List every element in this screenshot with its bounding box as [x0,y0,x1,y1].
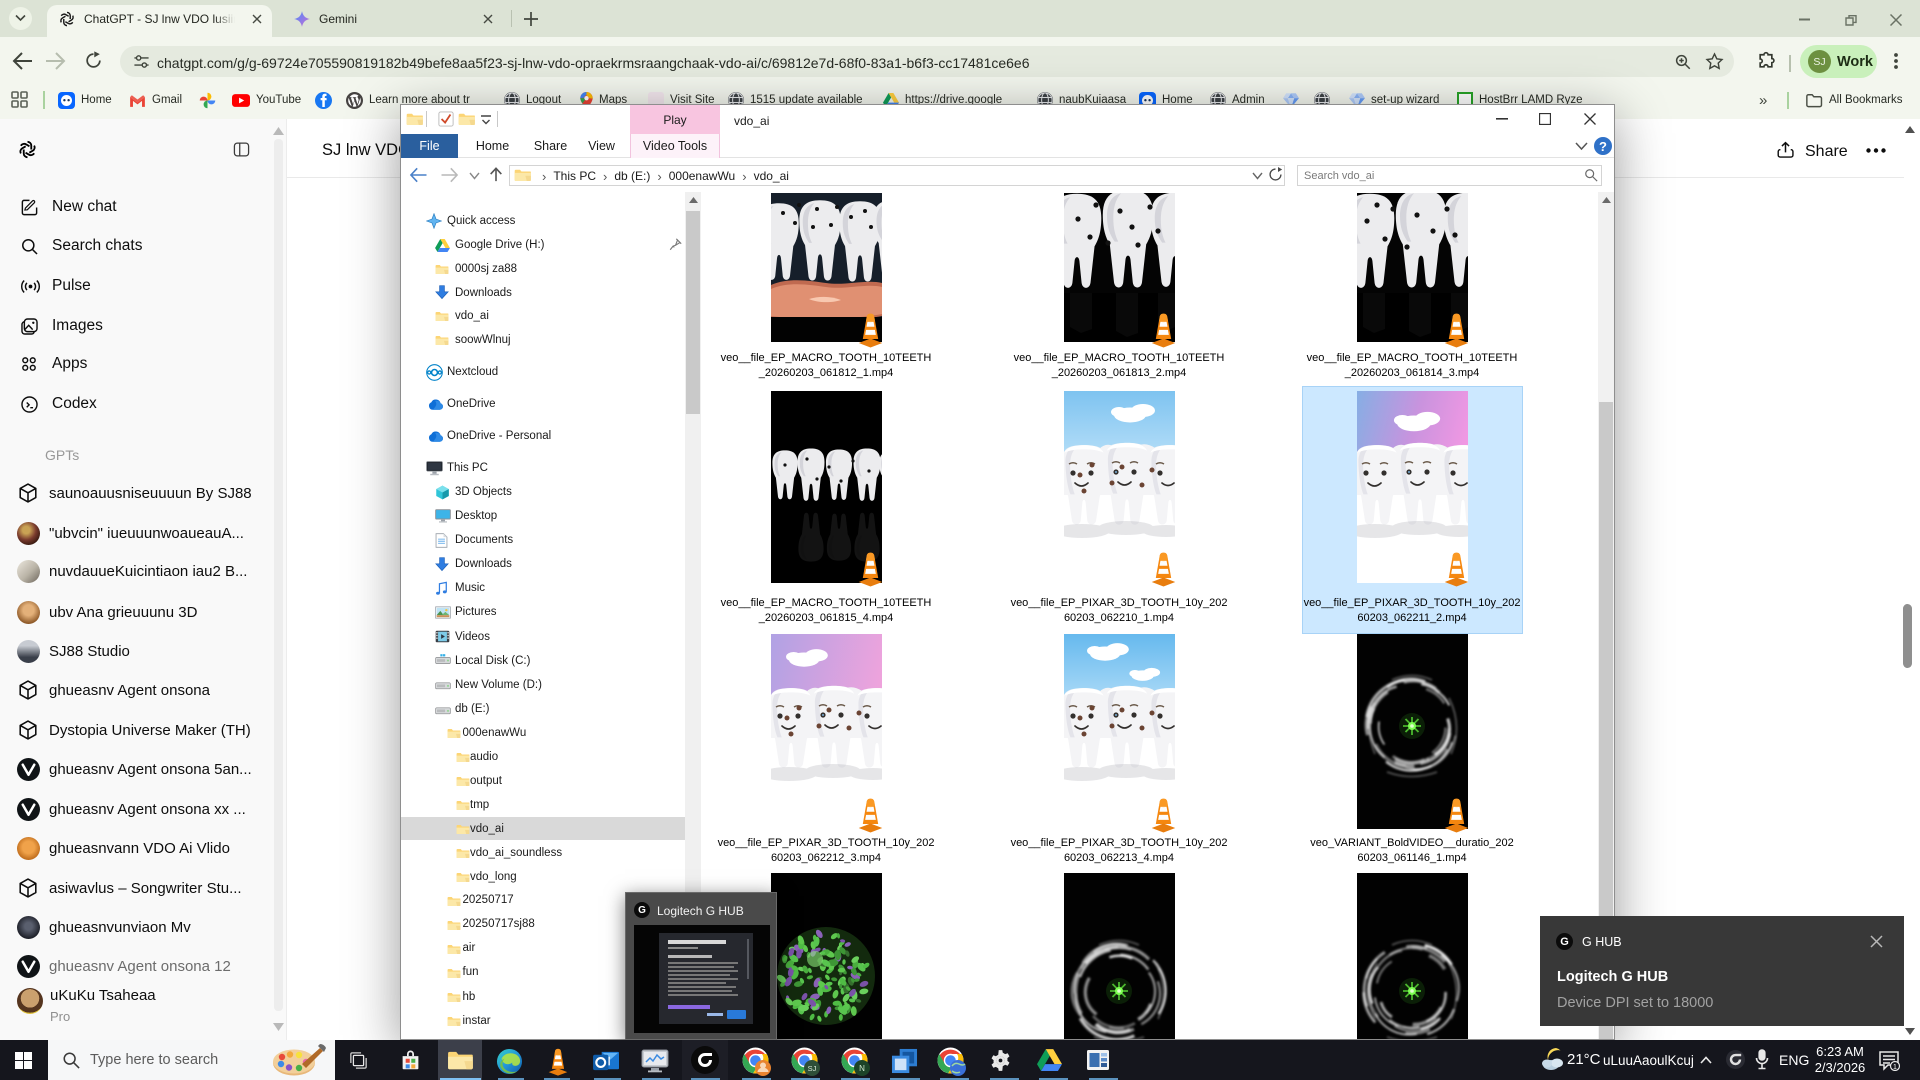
svg-text:SJ: SJ [808,1064,817,1073]
svg-text:1: 1 [1893,1064,1897,1071]
svg-text:N: N [859,1064,865,1073]
